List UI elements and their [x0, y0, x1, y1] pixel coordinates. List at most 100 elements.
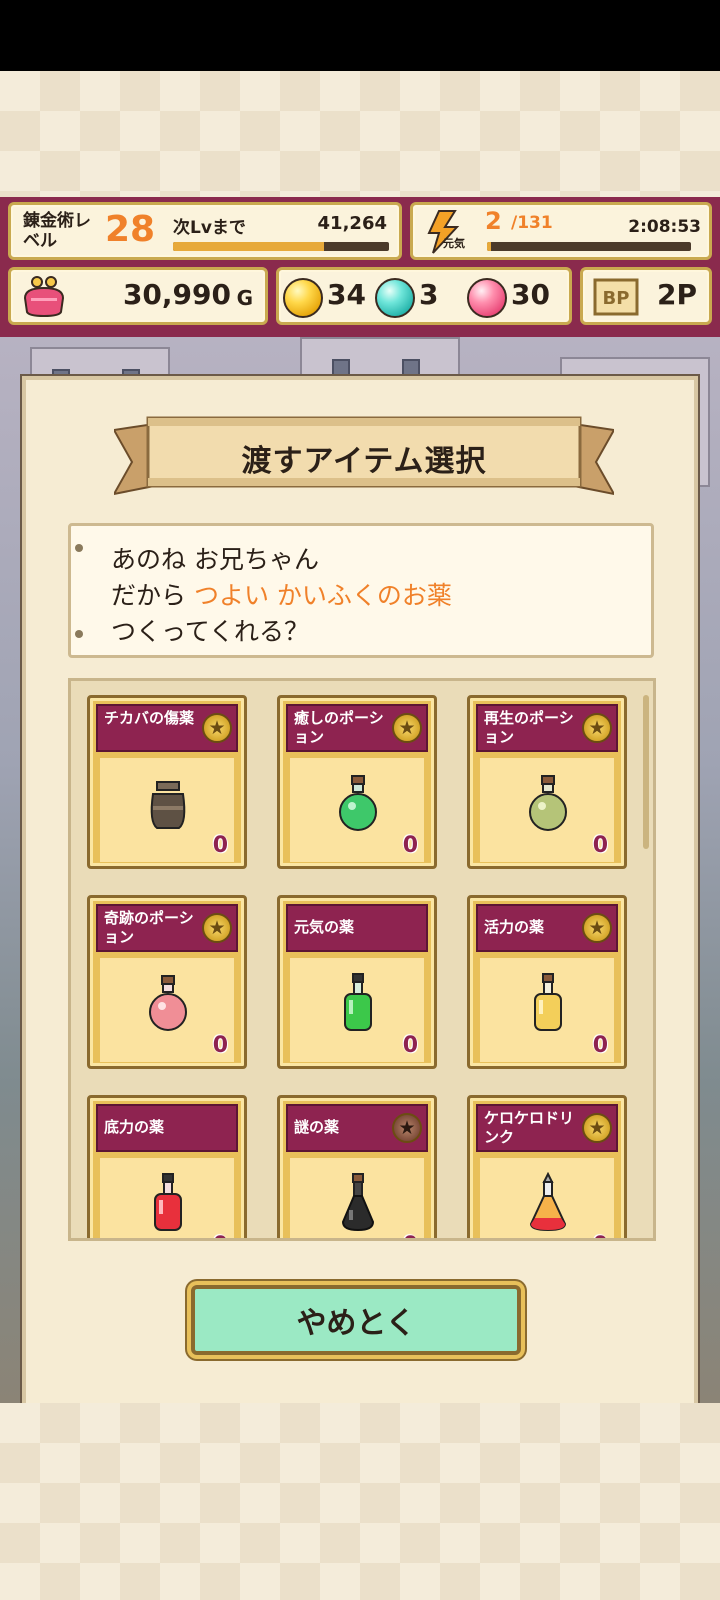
cancel-button[interactable]: やめとく — [191, 1285, 521, 1355]
message-line-3: つくってくれる？ — [111, 617, 310, 646]
yellow-orb-count: 34 — [327, 278, 366, 311]
item-body: 0 — [480, 1158, 614, 1238]
energy-label: 元気 — [443, 237, 465, 250]
system-status-bar — [0, 0, 720, 71]
item-name: チカバの傷薬 — [104, 709, 195, 727]
item-select-dialog: 渡すアイテム選択 あのね お兄ちゃん だから つよい かいふくのお薬 つくってく… — [22, 376, 698, 1416]
energy-timer: 2:08:53 — [628, 217, 701, 237]
item-body: 0 — [290, 958, 424, 1062]
item-body: 0 — [480, 958, 614, 1062]
black-bottle-icon — [341, 1173, 375, 1232]
item-name: 活力の薬 — [484, 918, 545, 936]
red-bottle-icon — [154, 1173, 182, 1231]
item-card-healing-potion[interactable]: 癒しのポーション ★ 0 — [277, 695, 437, 869]
bp-value: 2P — [656, 278, 697, 311]
bp-icon: BP — [593, 278, 639, 316]
energy-panel[interactable]: 元気 2 /131 2:08:53 — [410, 202, 712, 260]
star-icon: ★ — [202, 713, 232, 743]
orbs-panel[interactable]: 34 3 30 — [276, 267, 572, 325]
hud-bar: 錬金術レベル 28 次Lvまで 41,264 元気 2 /131 2:08:53… — [0, 197, 720, 337]
bp-icon-label: BP — [603, 288, 630, 309]
bottom-background — [0, 1403, 720, 1600]
item-name: 謎の薬 — [294, 1118, 340, 1136]
item-name: 再生のポーション — [484, 709, 574, 746]
item-count: 0 — [403, 1233, 418, 1238]
pot-icon — [150, 781, 186, 829]
item-name: 奇跡のポーション — [104, 909, 194, 946]
item-header: 奇跡のポーション ★ — [96, 904, 238, 952]
message-line-2: だから つよい かいふくのお薬 — [111, 576, 452, 612]
item-header: 底力の薬 — [96, 1104, 238, 1152]
green-bottle-icon — [344, 973, 372, 1031]
item-header: 活力の薬 ★ — [476, 904, 618, 952]
cancel-button-label: やめとく — [296, 1306, 416, 1341]
pink-potion-icon — [149, 975, 187, 1031]
item-header: 再生のポーション ★ — [476, 704, 618, 752]
item-card-chikaba-salve[interactable]: チカバの傷薬 ★ 0 — [87, 695, 247, 869]
energy-progress-bar — [487, 242, 691, 251]
item-card-strength-medicine[interactable]: 底力の薬 0 — [87, 1095, 247, 1238]
next-level-label: 次Lvまで — [173, 218, 246, 238]
yellow-orb-icon — [283, 278, 323, 318]
level-progress-fill — [173, 242, 325, 251]
pink-orb-count: 30 — [511, 278, 550, 311]
pin-icon — [75, 544, 83, 552]
item-body: 0 — [290, 758, 424, 862]
flask-icon — [529, 1172, 567, 1232]
level-label: 錬金術レベル — [23, 211, 91, 251]
purse-icon — [23, 276, 65, 318]
olive-potion-icon — [529, 775, 567, 831]
item-header: 癒しのポーション ★ — [286, 704, 428, 752]
item-count: 0 — [593, 1233, 608, 1238]
item-body: 0 — [480, 758, 614, 862]
dialog-title: 渡すアイテム選択 — [241, 444, 487, 479]
bp-panel[interactable]: BP 2P — [580, 267, 712, 325]
item-count: 0 — [592, 1033, 608, 1058]
star-icon: ★ — [582, 913, 612, 943]
star-icon: ★ — [202, 913, 232, 943]
item-name: ケロケロドリンク — [484, 1109, 575, 1146]
item-count: 0 — [402, 1033, 418, 1058]
yellow-bottle-icon — [534, 973, 562, 1031]
item-card-kerokero-drink[interactable]: ケロケロドリンク ★ 0 — [467, 1095, 627, 1238]
item-body: 0 — [100, 758, 234, 862]
green-potion-icon — [339, 775, 377, 831]
item-card-miracle-potion[interactable]: 奇跡のポーション ★ 0 — [87, 895, 247, 1069]
item-card-mystery-medicine[interactable]: 謎の薬 ★ 0 — [277, 1095, 437, 1238]
star-icon: ★ — [582, 713, 612, 743]
gold-unit: G — [236, 286, 253, 310]
message-line-1: あのね お兄ちゃん — [111, 545, 319, 574]
message-line-2-prefix: だから — [111, 581, 194, 610]
star-icon: ★ — [582, 1113, 612, 1143]
teal-orb-count: 3 — [419, 278, 439, 311]
item-name: 底力の薬 — [104, 1118, 165, 1136]
gold-panel[interactable]: 30,990 G — [8, 267, 268, 325]
item-card-regen-potion[interactable]: 再生のポーション ★ 0 — [467, 695, 627, 869]
energy-progress-fill — [487, 242, 492, 251]
pink-orb-icon — [467, 278, 507, 318]
level-progress-bar — [173, 242, 389, 251]
item-card-vitality-medicine[interactable]: 活力の薬 ★ 0 — [467, 895, 627, 1069]
grid-scrollbar[interactable] — [643, 695, 649, 849]
item-name: 元気の薬 — [294, 918, 355, 936]
item-body: 0 — [290, 1158, 424, 1238]
item-body: 0 — [100, 1158, 234, 1238]
item-header: チカバの傷薬 ★ — [96, 704, 238, 752]
item-name: 癒しのポーション — [294, 709, 384, 746]
energy-current: 2 — [485, 207, 502, 235]
item-grid[interactable]: チカバの傷薬 ★ 0 癒しのポーション ★ 0 再生のポーション ★ 0 奇跡の… — [68, 678, 656, 1241]
top-background — [0, 71, 720, 197]
item-header: 謎の薬 ★ — [286, 1104, 428, 1152]
level-panel: 錬金術レベル 28 次Lvまで 41,264 — [8, 202, 402, 260]
teal-orb-icon — [375, 278, 415, 318]
item-body: 0 — [100, 958, 234, 1062]
star-icon: ★ — [392, 713, 422, 743]
item-count: 0 — [212, 833, 228, 858]
message-highlight: つよい かいふくのお薬 — [193, 581, 452, 610]
item-count: 0 — [212, 1033, 228, 1058]
item-card-genki-medicine[interactable]: 元気の薬 0 — [277, 895, 437, 1069]
pin-icon — [75, 630, 83, 638]
item-count: 0 — [213, 1233, 228, 1238]
message-box: あのね お兄ちゃん だから つよい かいふくのお薬 つくってくれる？ — [68, 523, 654, 658]
level-value: 28 — [105, 209, 156, 250]
